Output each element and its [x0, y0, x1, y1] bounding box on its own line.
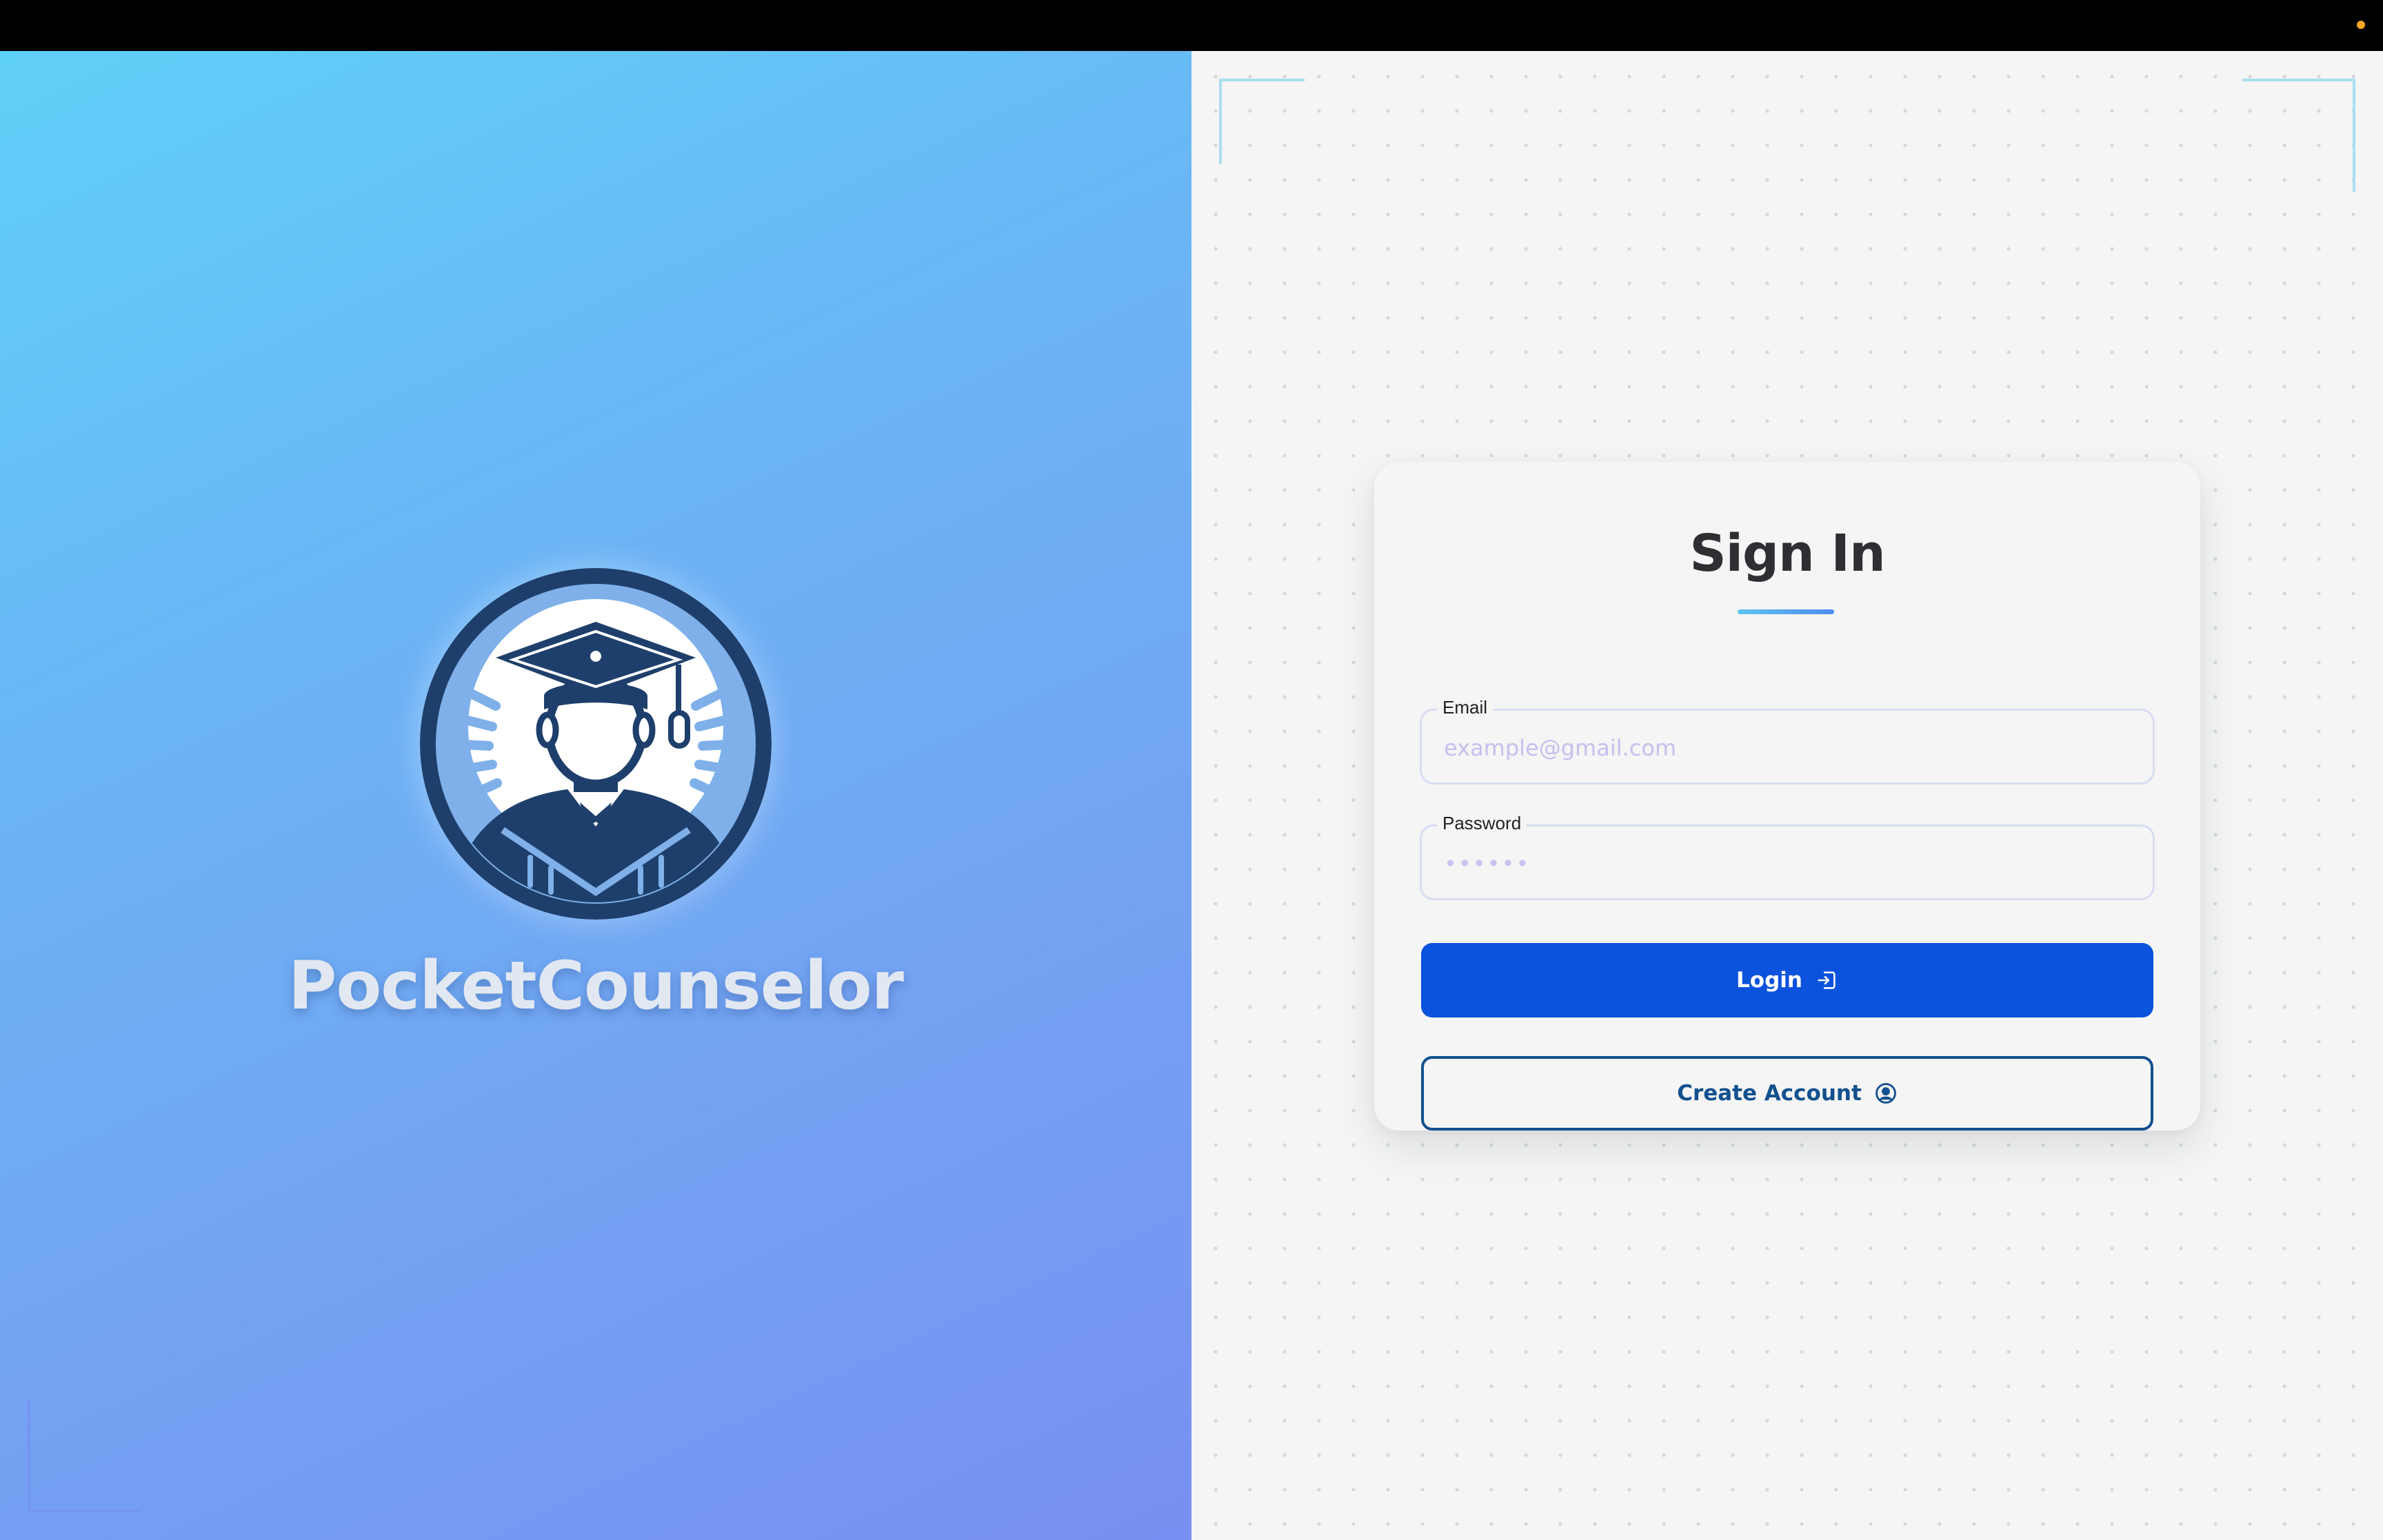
- brand-name: PocketCounselor: [288, 947, 904, 1024]
- signin-card: Sign In Email Password Login Create Acco…: [1374, 462, 2200, 1131]
- password-label: Password: [1437, 813, 1527, 834]
- email-field: Email: [1420, 697, 2155, 784]
- password-input[interactable]: [1442, 846, 2135, 882]
- create-account-button[interactable]: Create Account: [1421, 1056, 2153, 1131]
- status-indicator-dot: [2357, 21, 2365, 29]
- login-icon: [1815, 969, 1838, 992]
- page-title: Sign In: [1689, 524, 1885, 583]
- email-input[interactable]: [1442, 730, 2135, 766]
- user-circle-icon: [1874, 1082, 1898, 1105]
- signin-panel: Sign In Email Password Login Create Acco…: [1192, 51, 2383, 1540]
- login-button-label: Login: [1736, 968, 1802, 993]
- graduate-icon: [420, 568, 772, 920]
- email-label: Email: [1437, 697, 1494, 718]
- top-bar: [0, 0, 2383, 51]
- brand: PocketCounselor: [0, 568, 1192, 1024]
- corner-decoration: [28, 1399, 141, 1512]
- title-underline: [1738, 609, 1834, 614]
- corner-decoration: [1219, 79, 1305, 164]
- password-field: Password: [1420, 813, 2155, 900]
- brand-panel: PocketCounselor: [0, 51, 1192, 1540]
- login-button[interactable]: Login: [1421, 943, 2153, 1017]
- create-account-button-label: Create Account: [1677, 1081, 1862, 1106]
- corner-decoration: [2242, 79, 2355, 192]
